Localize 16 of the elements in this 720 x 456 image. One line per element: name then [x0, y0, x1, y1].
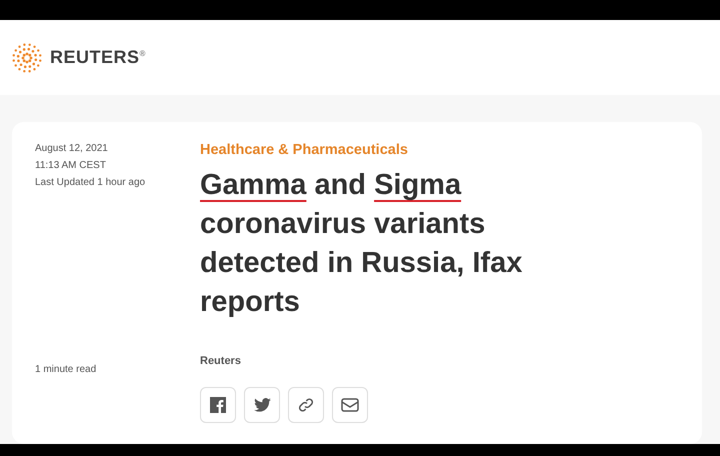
bird-icon: [254, 398, 270, 412]
email-share-button[interactable]: [332, 386, 368, 423]
article-date: August 12, 2021: [35, 142, 109, 156]
article-time: 11:13 AM CEST: [35, 159, 107, 173]
envelope-icon: [341, 398, 359, 412]
logo-icon: [10, 40, 44, 74]
byline: Reuters: [200, 354, 242, 367]
share-button[interactable]: [244, 386, 280, 423]
facebook-icon: [210, 396, 226, 413]
link-icon: [298, 396, 314, 413]
share-button[interactable]: [200, 386, 236, 423]
brand-name[interactable]: REUTERS$^{®}$: [50, 47, 146, 68]
read-time: 1 minute read: [35, 364, 96, 375]
copy-link-button[interactable]: [288, 386, 324, 423]
headline: Gamma and Sigma coronavirus variants detected in Russia, Ifax reports: [200, 168, 524, 320]
last-updated: Last Updated 1 hour ago: [35, 176, 146, 190]
